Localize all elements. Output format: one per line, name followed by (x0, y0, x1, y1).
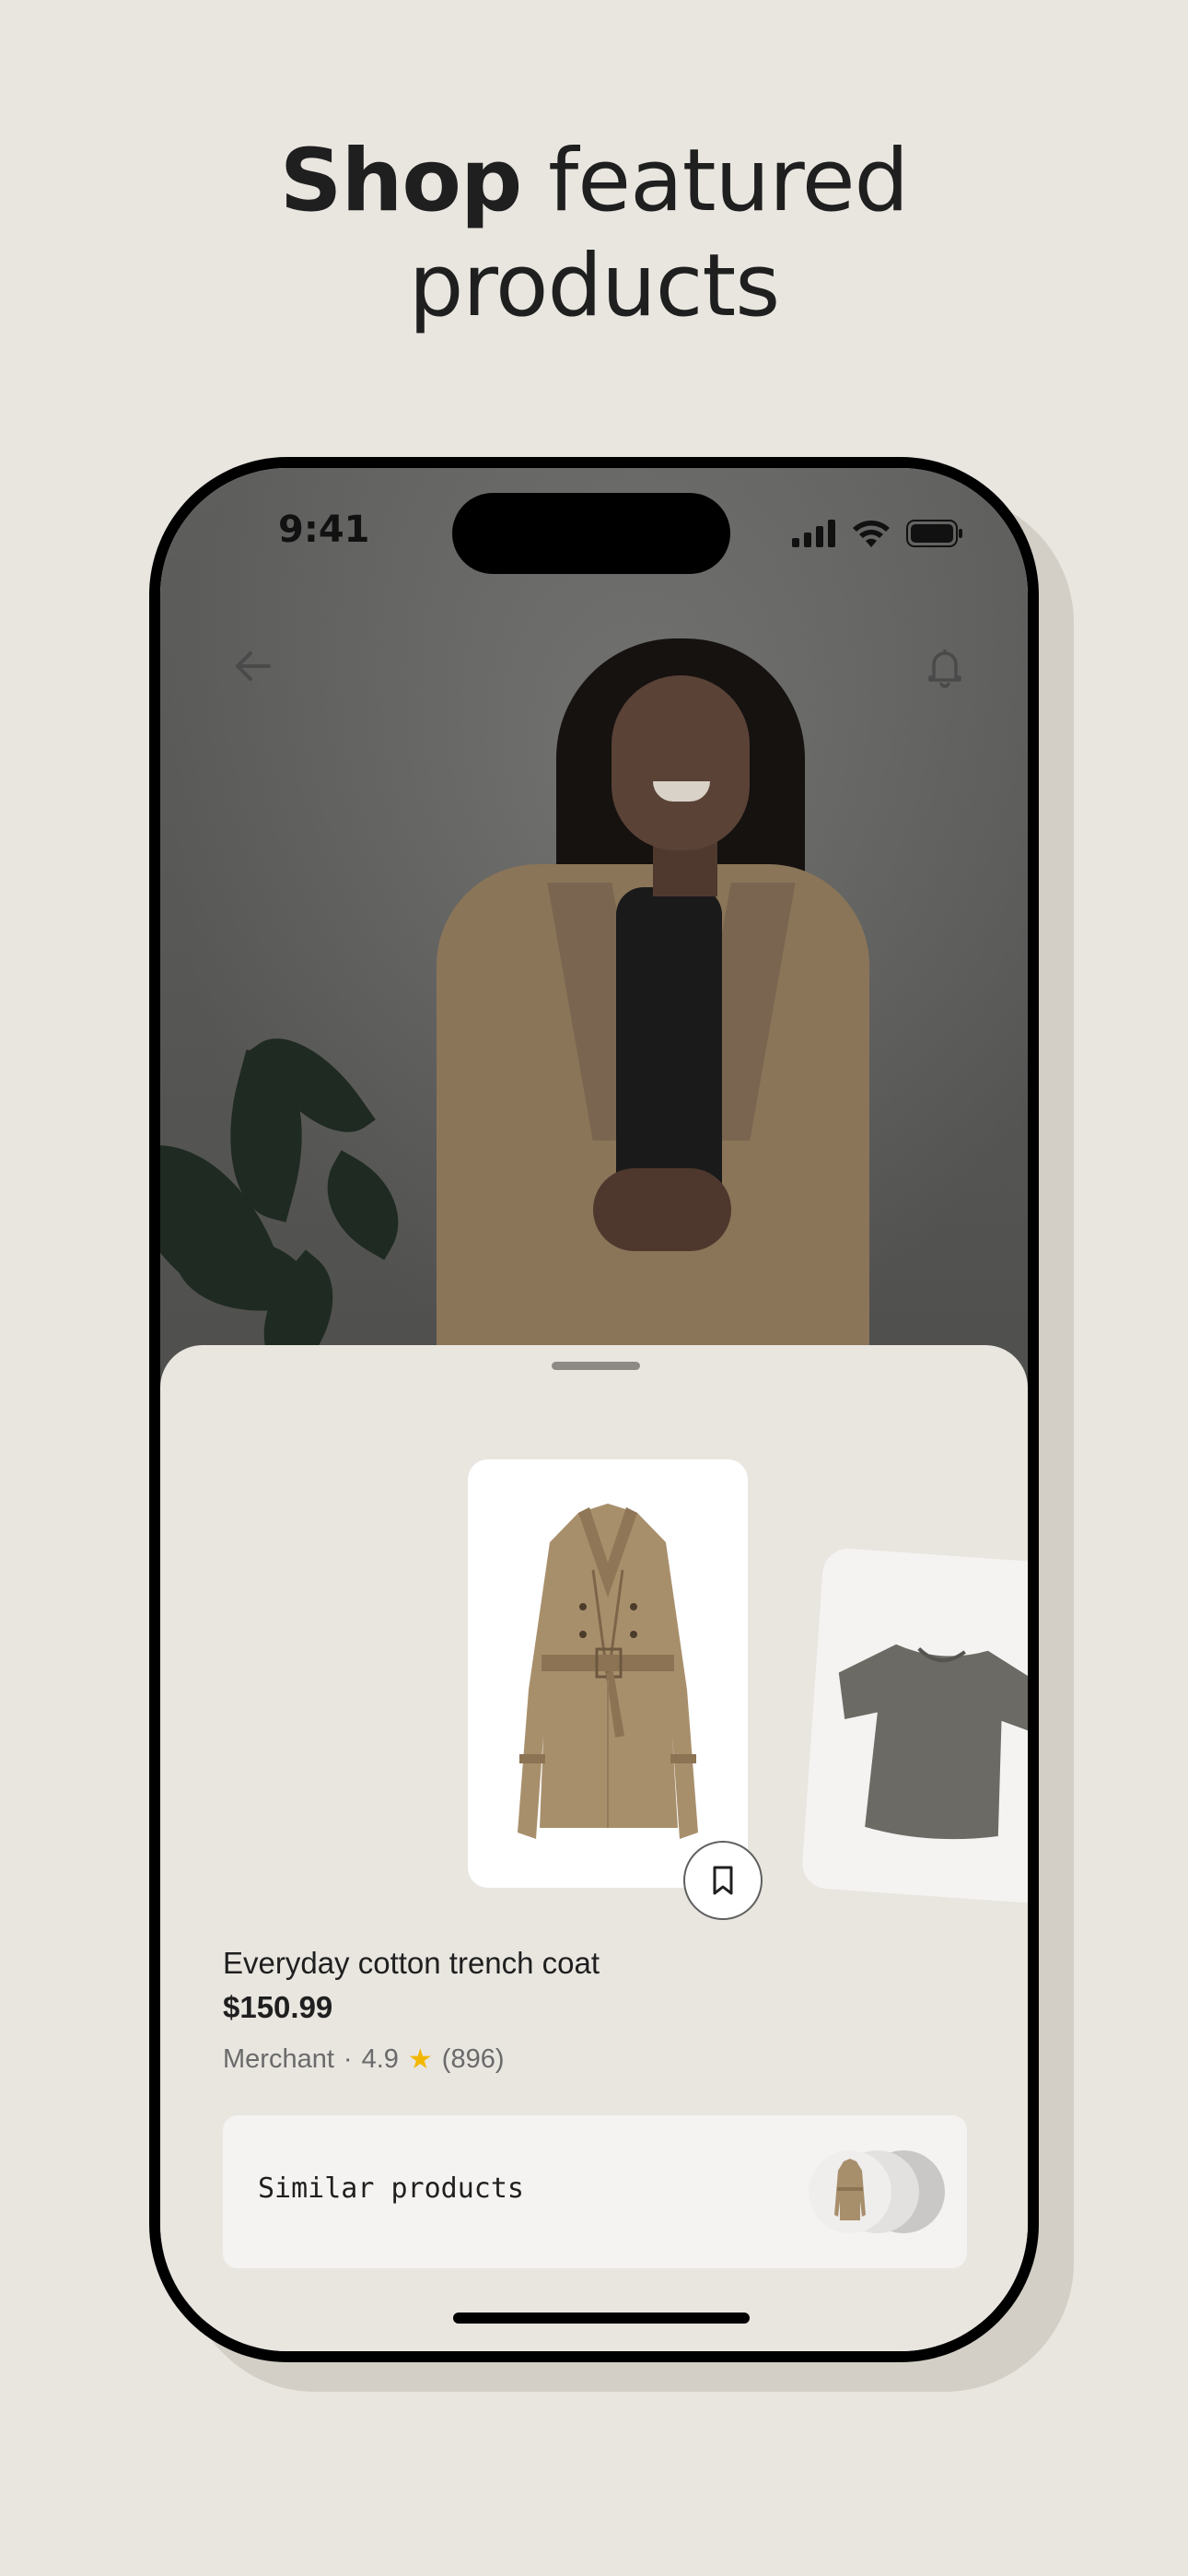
similar-thumb-1 (809, 2150, 891, 2233)
product-meta: Merchant · 4.9 ★ (896) (223, 2043, 505, 2076)
product-price: $150.99 (223, 1990, 333, 2024)
headline-line-1: Shop featured (0, 129, 1188, 234)
battery-icon (906, 520, 962, 547)
back-button[interactable] (225, 638, 280, 694)
phone-screen: 9:41 Everyday cotton trench coat $150.99… (160, 468, 1028, 2351)
notifications-button[interactable] (917, 638, 973, 694)
meta-separator: · (343, 2044, 353, 2074)
wifi-icon (853, 521, 890, 547)
model-face (611, 675, 750, 850)
product-sheet: Everyday cotton trench coat $150.99 Merc… (160, 1345, 1028, 2351)
product-card-next[interactable] (800, 1547, 1028, 1904)
similar-products-label: Similar products (258, 2172, 524, 2205)
product-card[interactable] (468, 1459, 748, 1888)
dynamic-island (452, 493, 730, 574)
bookmark-icon (713, 1866, 733, 1895)
home-indicator[interactable] (453, 2313, 750, 2324)
merchant-name[interactable]: Merchant (223, 2044, 334, 2075)
phone-frame: 9:41 Everyday cotton trench coat $150.99… (149, 457, 1039, 2362)
product-title[interactable]: Everyday cotton trench coat (223, 1946, 600, 1981)
signal-icon (792, 520, 835, 547)
status-icons (792, 516, 963, 547)
tshirt-image (838, 1644, 1028, 1840)
review-count: (896) (441, 2044, 505, 2074)
star-icon: ★ (407, 2044, 433, 2075)
sheet-grabber[interactable] (552, 1362, 640, 1370)
status-time: 9:41 (278, 509, 370, 551)
model-photo (160, 468, 1028, 1389)
headline-bold: Shop (279, 131, 522, 231)
headline-line-2: products (408, 236, 781, 336)
rating-value: 4.9 (361, 2044, 399, 2074)
arrow-back-icon (236, 651, 271, 681)
headline: Shop featured products (0, 129, 1188, 339)
bookmark-button[interactable] (683, 1841, 763, 1920)
bell-icon (928, 650, 961, 688)
headline-rest: featured (521, 131, 909, 231)
similar-products-button[interactable]: Similar products (223, 2115, 967, 2268)
coat-thumb-image (834, 2159, 866, 2220)
trench-coat-image (518, 1504, 698, 1839)
